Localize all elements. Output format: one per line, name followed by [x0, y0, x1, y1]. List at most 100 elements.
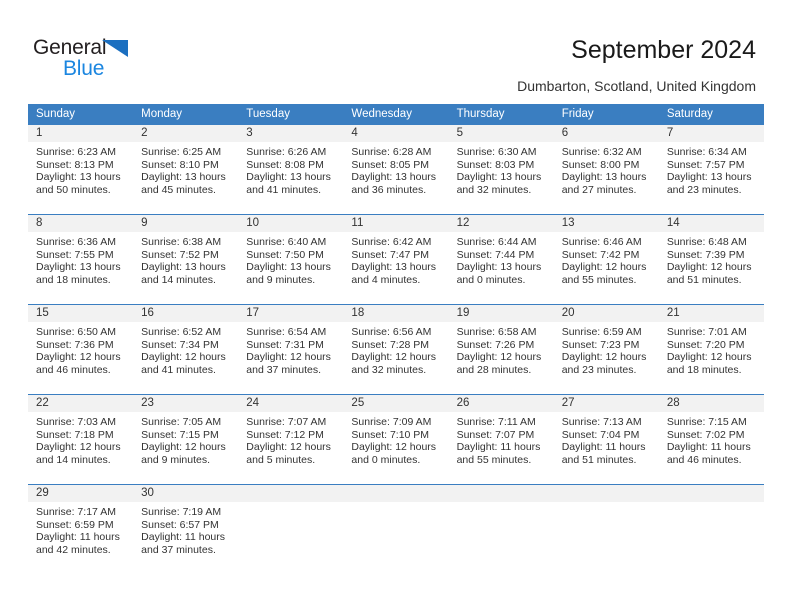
- day-cell[interactable]: 5 Sunrise: 6:30 AM Sunset: 8:03 PM Dayli…: [448, 125, 554, 214]
- daylight-text-line2: and 41 minutes.: [141, 363, 216, 376]
- daylight-text-line1: Daylight: 13 hours: [456, 171, 542, 184]
- daylight-text-line1: Daylight: 12 hours: [666, 351, 752, 364]
- day-number: [238, 485, 344, 502]
- day-info: Sunrise: 6:59 AM Sunset: 7:23 PM Dayligh…: [554, 322, 659, 376]
- sunset-text: Sunset: 7:44 PM: [456, 248, 535, 261]
- day-cell[interactable]: 19 Sunrise: 6:58 AM Sunset: 7:26 PM Dayl…: [448, 305, 554, 394]
- day-info: Sunrise: 6:23 AM Sunset: 8:13 PM Dayligh…: [28, 142, 133, 196]
- sunset-text: Sunset: 8:10 PM: [141, 158, 219, 171]
- day-number: 23: [133, 395, 239, 412]
- day-number: 19: [448, 305, 554, 322]
- day-cell[interactable]: 9 Sunrise: 6:38 AM Sunset: 7:52 PM Dayli…: [133, 215, 239, 304]
- day-cell[interactable]: 12 Sunrise: 6:44 AM Sunset: 7:44 PM Dayl…: [448, 215, 554, 304]
- day-number: 28: [658, 395, 764, 412]
- day-cell[interactable]: 13 Sunrise: 6:46 AM Sunset: 7:42 PM Dayl…: [553, 215, 659, 304]
- sunrise-text: Sunrise: 6:48 AM: [666, 236, 747, 248]
- sunset-text: Sunset: 7:20 PM: [666, 338, 745, 351]
- day-info: Sunrise: 7:01 AM Sunset: 7:20 PM Dayligh…: [659, 322, 764, 376]
- weekday-tuesday: Tuesday: [246, 108, 290, 120]
- day-info: Sunrise: 6:58 AM Sunset: 7:26 PM Dayligh…: [449, 322, 554, 376]
- sunrise-text: Sunrise: 7:03 AM: [36, 416, 116, 428]
- day-number: 18: [343, 305, 449, 322]
- day-cell[interactable]: 18 Sunrise: 6:56 AM Sunset: 7:28 PM Dayl…: [343, 305, 449, 394]
- sunset-text: Sunset: 7:07 PM: [456, 428, 535, 441]
- sunrise-text: Sunrise: 6:34 AM: [666, 146, 747, 158]
- daylight-text-line1: Daylight: 12 hours: [456, 351, 542, 364]
- daylight-text-line2: and 18 minutes.: [666, 363, 742, 376]
- sunrise-text: Sunrise: 6:23 AM: [36, 146, 116, 158]
- daylight-text-line1: Daylight: 13 hours: [36, 261, 121, 274]
- day-info: Sunrise: 6:46 AM Sunset: 7:42 PM Dayligh…: [554, 232, 659, 286]
- day-info: Sunrise: 7:19 AM Sunset: 6:57 PM Dayligh…: [133, 502, 238, 556]
- sunrise-text: Sunrise: 6:44 AM: [456, 236, 537, 248]
- day-cell[interactable]: 11 Sunrise: 6:42 AM Sunset: 7:47 PM Dayl…: [343, 215, 449, 304]
- day-cell[interactable]: 7 Sunrise: 6:34 AM Sunset: 7:57 PM Dayli…: [658, 125, 764, 214]
- sunset-text: Sunset: 7:42 PM: [561, 248, 640, 261]
- day-cell[interactable]: 27 Sunrise: 7:13 AM Sunset: 7:04 PM Dayl…: [553, 395, 659, 484]
- brand-name-blue: Blue: [63, 57, 105, 80]
- day-number: 7: [658, 125, 764, 142]
- sunrise-text: Sunrise: 7:17 AM: [36, 506, 116, 518]
- day-cell[interactable]: 22 Sunrise: 7:03 AM Sunset: 7:18 PM Dayl…: [28, 395, 134, 484]
- day-cell[interactable]: 2 Sunrise: 6:25 AM Sunset: 8:10 PM Dayli…: [133, 125, 239, 214]
- sunrise-text: Sunrise: 7:11 AM: [456, 416, 536, 428]
- day-cell[interactable]: 6 Sunrise: 6:32 AM Sunset: 8:00 PM Dayli…: [553, 125, 659, 214]
- daylight-text-line2: and 0 minutes.: [351, 453, 421, 466]
- day-info: Sunrise: 7:11 AM Sunset: 7:07 PM Dayligh…: [449, 412, 554, 466]
- day-cell[interactable]: 24 Sunrise: 7:07 AM Sunset: 7:12 PM Dayl…: [238, 395, 344, 484]
- daylight-text-line2: and 32 minutes.: [456, 183, 532, 196]
- day-cell[interactable]: 30 Sunrise: 7:19 AM Sunset: 6:57 PM Dayl…: [133, 485, 239, 574]
- day-cell[interactable]: 23 Sunrise: 7:05 AM Sunset: 7:15 PM Dayl…: [133, 395, 239, 484]
- day-number: 3: [238, 125, 344, 142]
- day-cell[interactable]: 16 Sunrise: 6:52 AM Sunset: 7:34 PM Dayl…: [133, 305, 239, 394]
- day-cell[interactable]: 25 Sunrise: 7:09 AM Sunset: 7:10 PM Dayl…: [343, 395, 449, 484]
- day-info: Sunrise: 6:50 AM Sunset: 7:36 PM Dayligh…: [28, 322, 133, 376]
- day-cell[interactable]: 29 Sunrise: 7:17 AM Sunset: 6:59 PM Dayl…: [28, 485, 134, 574]
- day-cell[interactable]: 20 Sunrise: 6:59 AM Sunset: 7:23 PM Dayl…: [553, 305, 659, 394]
- daylight-text-line2: and 46 minutes.: [666, 453, 742, 466]
- weekday-header-row: Sunday Monday Tuesday Wednesday Thursday…: [28, 104, 764, 125]
- sunrise-text: Sunrise: 6:56 AM: [351, 326, 432, 338]
- sunset-text: Sunset: 7:34 PM: [141, 338, 219, 351]
- page-subtitle: Dumbarton, Scotland, United Kingdom: [517, 78, 756, 94]
- day-cell[interactable]: 1 Sunrise: 6:23 AM Sunset: 8:13 PM Dayli…: [28, 125, 134, 214]
- day-cell[interactable]: 3 Sunrise: 6:26 AM Sunset: 8:08 PM Dayli…: [238, 125, 344, 214]
- daylight-text-line1: Daylight: 13 hours: [351, 171, 437, 184]
- day-cell[interactable]: 17 Sunrise: 6:54 AM Sunset: 7:31 PM Dayl…: [238, 305, 344, 394]
- daylight-text-line1: Daylight: 11 hours: [456, 441, 541, 454]
- day-number: 9: [133, 215, 239, 232]
- day-cell[interactable]: 28 Sunrise: 7:15 AM Sunset: 7:02 PM Dayl…: [658, 395, 764, 484]
- sunset-text: Sunset: 7:12 PM: [246, 428, 324, 441]
- day-info: Sunrise: 7:07 AM Sunset: 7:12 PM Dayligh…: [238, 412, 343, 466]
- day-cell-empty: [238, 485, 344, 574]
- day-cell[interactable]: 8 Sunrise: 6:36 AM Sunset: 7:55 PM Dayli…: [28, 215, 134, 304]
- daylight-text-line2: and 37 minutes.: [246, 363, 321, 376]
- daylight-text-line2: and 27 minutes.: [561, 183, 637, 196]
- sunrise-text: Sunrise: 7:13 AM: [561, 416, 642, 428]
- daylight-text-line2: and 28 minutes.: [456, 363, 532, 376]
- day-cell[interactable]: 26 Sunrise: 7:11 AM Sunset: 7:07 PM Dayl…: [448, 395, 554, 484]
- day-cell[interactable]: 21 Sunrise: 7:01 AM Sunset: 7:20 PM Dayl…: [658, 305, 764, 394]
- daylight-text-line1: Daylight: 11 hours: [561, 441, 646, 454]
- sunrise-text: Sunrise: 6:28 AM: [351, 146, 432, 158]
- triangle-icon: [102, 40, 128, 57]
- brand-logo[interactable]: General Blue: [33, 36, 163, 84]
- daylight-text-line2: and 9 minutes.: [141, 453, 211, 466]
- daylight-text-line1: Daylight: 12 hours: [246, 351, 331, 364]
- sunrise-text: Sunrise: 6:30 AM: [456, 146, 537, 158]
- day-number: 24: [238, 395, 344, 412]
- sunrise-text: Sunrise: 7:05 AM: [141, 416, 222, 428]
- day-info: Sunrise: 6:26 AM Sunset: 8:08 PM Dayligh…: [238, 142, 343, 196]
- sunrise-text: Sunrise: 6:26 AM: [246, 146, 327, 158]
- weekday-wednesday: Wednesday: [351, 108, 412, 120]
- daylight-text-line2: and 5 minutes.: [246, 453, 316, 466]
- day-cell[interactable]: 14 Sunrise: 6:48 AM Sunset: 7:39 PM Dayl…: [658, 215, 764, 304]
- day-cell-empty: [658, 485, 764, 574]
- day-cell[interactable]: 4 Sunrise: 6:28 AM Sunset: 8:05 PM Dayli…: [343, 125, 449, 214]
- day-number: 27: [553, 395, 659, 412]
- daylight-text-line2: and 51 minutes.: [666, 273, 742, 286]
- day-number: [343, 485, 449, 502]
- day-cell[interactable]: 10 Sunrise: 6:40 AM Sunset: 7:50 PM Dayl…: [238, 215, 344, 304]
- daylight-text-line1: Daylight: 13 hours: [456, 261, 542, 274]
- day-cell[interactable]: 15 Sunrise: 6:50 AM Sunset: 7:36 PM Dayl…: [28, 305, 134, 394]
